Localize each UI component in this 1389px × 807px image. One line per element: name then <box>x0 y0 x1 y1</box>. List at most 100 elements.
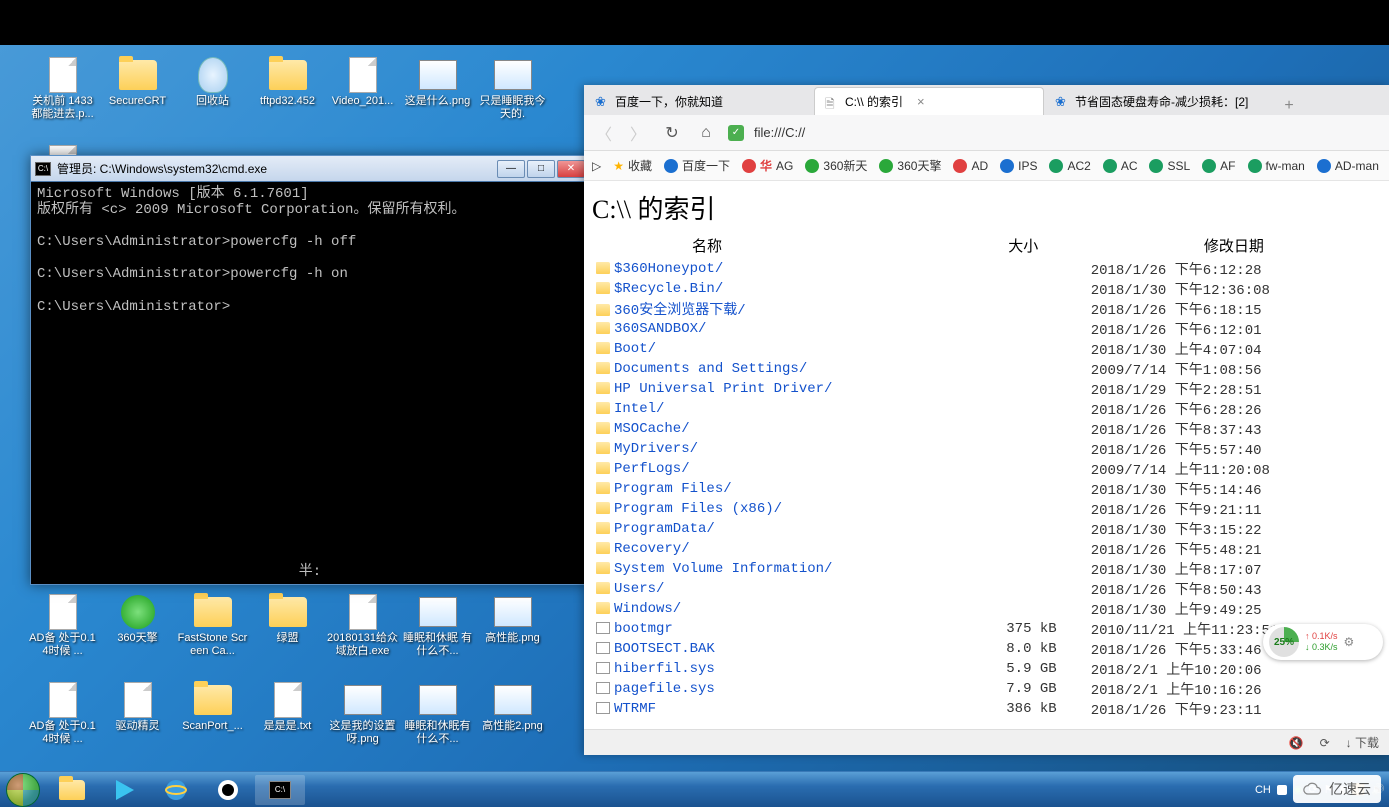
tray-ime[interactable]: CH <box>1255 784 1271 796</box>
desktop-icon[interactable]: 高性能.png <box>475 592 550 672</box>
desktop-icon[interactable]: 这是我的设置呀.png <box>325 680 400 760</box>
bookmark-play-icon[interactable]: ▷ <box>592 159 601 173</box>
desktop-icon[interactable]: 高性能2.png <box>475 680 550 760</box>
nav-back-button[interactable]: 〈 <box>592 121 616 145</box>
page-title: C:\\ 的索引 <box>592 189 1381 226</box>
directory-link[interactable]: pagefile.sys <box>614 681 715 697</box>
directory-link[interactable]: MyDrivers/ <box>614 441 698 457</box>
taskbar-ie[interactable] <box>151 775 201 805</box>
speed-settings-icon[interactable]: ⚙ <box>1344 635 1355 649</box>
bookmark-item[interactable]: fw-man <box>1248 159 1305 173</box>
directory-link[interactable]: Boot/ <box>614 341 656 357</box>
directory-link[interactable]: System Volume Information/ <box>614 561 832 577</box>
cmd-minimize-button[interactable]: — <box>497 160 525 178</box>
desktop-icon[interactable]: 20180131给众域放白.exe <box>325 592 400 672</box>
desktop-icon[interactable]: FastStone Screen Ca... <box>175 592 250 672</box>
desktop[interactable]: 关机前 1433 都能进去.p...SecureCRT回收站 tftpd32.45… <box>0 0 1389 807</box>
bookmark-item[interactable]: AD <box>953 159 988 173</box>
status-refresh-icon[interactable]: ⟳ <box>1320 736 1330 750</box>
desktop-icon[interactable]: 是是是.txt <box>250 680 325 760</box>
taskbar-app-1[interactable] <box>99 775 149 805</box>
directory-link[interactable]: $360Honeypot/ <box>614 261 723 277</box>
bookmark-item[interactable]: IPS <box>1000 159 1037 173</box>
cmd-window[interactable]: C:\ 管理员: C:\Windows\system32\cmd.exe — □… <box>30 155 590 585</box>
desktop-icon[interactable]: Video_201... <box>325 55 400 135</box>
directory-link[interactable]: HP Universal Print Driver/ <box>614 381 832 397</box>
directory-row: 360安全浏览器下载/2018/1/26 下午6:18:15 <box>592 299 1381 319</box>
status-download[interactable]: ↓ 下载 <box>1346 734 1379 751</box>
nav-home-button[interactable]: ⌂ <box>694 121 718 145</box>
nav-reload-button[interactable]: ↻ <box>660 121 684 145</box>
browser-tab[interactable]: 🗎C:\\ 的索引× <box>814 87 1044 115</box>
desktop-icon[interactable]: 关机前 1433 都能进去.p... <box>25 55 100 135</box>
directory-link[interactable]: hiberfil.sys <box>614 661 715 677</box>
directory-link[interactable]: Program Files/ <box>614 481 732 497</box>
desktop-icon-label: 360天擎 <box>117 632 157 645</box>
browser-tabstrip[interactable]: ❀百度一下，你就知道🗎C:\\ 的索引×❀节省固态硬盘寿命-减少损耗：[2]+ <box>584 85 1389 115</box>
desktop-icon-label: 驱动精灵 <box>116 720 160 733</box>
directory-link[interactable]: MSOCache/ <box>614 421 690 437</box>
bookmark-item[interactable]: 华AG <box>742 157 793 174</box>
bookmark-item[interactable]: AD-man <box>1317 159 1379 173</box>
bookmark-item[interactable]: AF <box>1202 159 1235 173</box>
directory-link[interactable]: Intel/ <box>614 401 664 417</box>
address-bar[interactable]: file:///C:// <box>754 125 1381 140</box>
tab-close-icon[interactable]: × <box>917 94 925 109</box>
bookmark-item[interactable]: AC2 <box>1049 159 1090 173</box>
directory-link[interactable]: BOOTSECT.BAK <box>614 641 715 657</box>
taskbar[interactable]: C:\ CH ◉ ⟳ ⚑ ▮ 📶 🔊 <box>0 771 1389 807</box>
taskbar-explorer[interactable] <box>47 775 97 805</box>
desktop-icon[interactable]: 只是睡眠我今天的. <box>475 55 550 135</box>
directory-link[interactable]: ProgramData/ <box>614 521 715 537</box>
bookmark-item[interactable]: 百度一下 <box>664 157 730 174</box>
new-tab-button[interactable]: + <box>1274 97 1304 115</box>
directory-link[interactable]: Documents and Settings/ <box>614 361 807 377</box>
desktop-icon[interactable]: AD备 处于0.14时候 ... <box>25 680 100 760</box>
nav-forward-button[interactable]: 〉 <box>626 121 650 145</box>
security-shield-icon: ✓ <box>728 125 744 141</box>
start-button[interactable] <box>0 772 46 807</box>
desktop-icon[interactable]: SecureCRT <box>100 55 175 135</box>
bookmark-item[interactable]: SSL <box>1149 159 1190 173</box>
cmd-status: 半: <box>31 560 589 580</box>
speed-monitor[interactable]: 25% ↑ 0.1K/s ↓ 0.3K/s ⚙ <box>1263 624 1383 660</box>
bookmark-item[interactable]: 360天擎 <box>879 157 941 174</box>
bookmark-item[interactable]: ★收藏 <box>613 157 652 174</box>
desktop-icon[interactable]: 睡眠和休眠有什么不... <box>400 680 475 760</box>
desktop-icon[interactable]: AD备 处于0.14时候 ... <box>25 592 100 672</box>
directory-link[interactable]: PerfLogs/ <box>614 461 690 477</box>
desktop-icon[interactable]: 睡眠和休眠 有什么不... <box>400 592 475 672</box>
taskbar-cmd[interactable]: C:\ <box>255 775 305 805</box>
directory-link[interactable]: $Recycle.Bin/ <box>614 281 723 297</box>
status-mute-icon[interactable]: 🔇 <box>1289 736 1304 750</box>
cmd-maximize-button[interactable]: □ <box>527 160 555 178</box>
directory-link[interactable]: 360SANDBOX/ <box>614 321 706 337</box>
bookmark-item[interactable]: 360新天 <box>805 157 867 174</box>
cmd-close-button[interactable]: ✕ <box>557 160 585 178</box>
directory-link[interactable]: bootmgr <box>614 621 673 637</box>
cmd-titlebar[interactable]: C:\ 管理员: C:\Windows\system32\cmd.exe — □… <box>31 156 589 182</box>
directory-link[interactable]: 360安全浏览器下载/ <box>614 303 746 319</box>
desktop-icon-label: tftpd32.452 <box>260 95 315 108</box>
cmd-terminal[interactable]: Microsoft Windows [版本 6.1.7601] 版权所有 <c>… <box>31 182 589 319</box>
browser-tab[interactable]: ❀节省固态硬盘寿命-减少损耗：[2] <box>1044 87 1274 115</box>
directory-link[interactable]: Windows/ <box>614 601 681 617</box>
tray-ime-icon[interactable] <box>1277 785 1287 795</box>
directory-link[interactable]: Recovery/ <box>614 541 690 557</box>
directory-link[interactable]: Users/ <box>614 581 664 597</box>
browser-tab[interactable]: ❀百度一下，你就知道 <box>584 87 814 115</box>
directory-link[interactable]: WTRMF <box>614 701 656 717</box>
desktop-icon[interactable]: 驱动精灵 <box>100 680 175 760</box>
taskbar-app-2[interactable] <box>203 775 253 805</box>
desktop-icon[interactable]: 这是什么.png <box>400 55 475 135</box>
desktop-icon[interactable]: tftpd32.452 <box>250 55 325 135</box>
desktop-icon-label: 睡眠和休眠有什么不... <box>402 720 474 746</box>
desktop-icon[interactable]: 绿盟 <box>250 592 325 672</box>
desktop-icon[interactable]: 回收站 <box>175 55 250 135</box>
directory-row: Recovery/2018/1/26 下午5:48:21 <box>592 539 1381 559</box>
bookmark-item[interactable]: AC <box>1103 159 1138 173</box>
desktop-icon[interactable]: 360天擎 <box>100 592 175 672</box>
directory-link[interactable]: Program Files (x86)/ <box>614 501 782 517</box>
desktop-icon[interactable]: ScanPort_... <box>175 680 250 760</box>
col-size: 大小 <box>960 232 1087 259</box>
